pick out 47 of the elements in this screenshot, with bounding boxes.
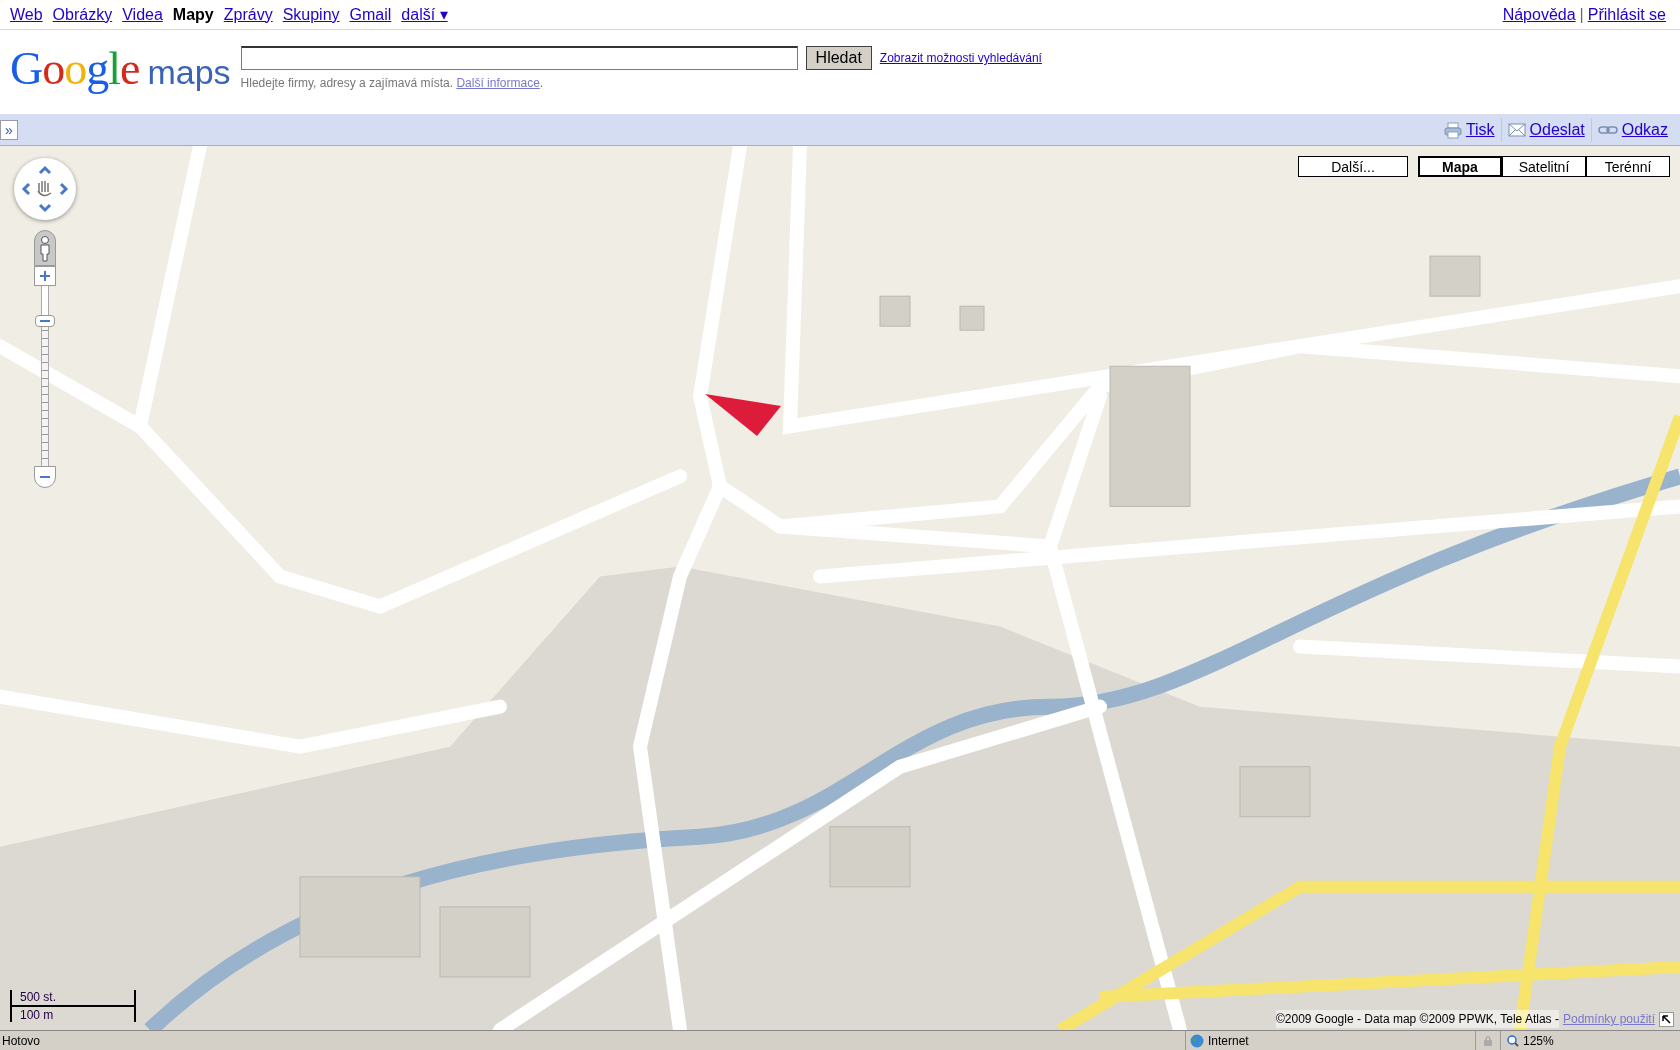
map-type-tab[interactable]: Terénní bbox=[1586, 156, 1670, 177]
nav-link[interactable]: Zprávy bbox=[223, 2, 273, 27]
nav-link[interactable]: Web bbox=[10, 2, 43, 27]
toolbar-link[interactable]: Tisk bbox=[1465, 117, 1495, 142]
zoom-percentage[interactable]: 125% bbox=[1523, 1031, 1554, 1050]
help-link[interactable]: Nápověda bbox=[1502, 2, 1576, 27]
zoom-out-button[interactable] bbox=[34, 466, 56, 488]
more-info-link[interactable]: Další informace bbox=[456, 76, 540, 90]
scale-imperial-label: 500 st. bbox=[20, 989, 57, 1006]
zoom-slider-thumb[interactable] bbox=[35, 314, 55, 327]
map-type-tab[interactable]: Satelitní bbox=[1502, 156, 1586, 177]
nav-link[interactable]: Gmail bbox=[349, 2, 392, 27]
envelope-icon bbox=[1507, 122, 1526, 137]
map-type-tab[interactable]: Mapa bbox=[1418, 156, 1502, 177]
toolbar-link[interactable]: Odeslat bbox=[1529, 117, 1585, 142]
scale-metric-label: 100 m bbox=[20, 1007, 54, 1024]
minus-icon bbox=[40, 476, 50, 478]
toolbar-link[interactable]: Odkaz bbox=[1621, 117, 1668, 142]
sign-in-link[interactable]: Přihlásit se bbox=[1587, 2, 1666, 27]
separator: | bbox=[1579, 4, 1584, 25]
search-hint: Hledejte firmy, adresy a zajímavá místa. Další informace. bbox=[240, 75, 545, 92]
security-zone-text: Internet bbox=[1208, 1032, 1249, 1050]
status-text: Hotovo bbox=[1, 1032, 42, 1050]
nav-link[interactable]: Videa bbox=[122, 2, 163, 27]
chain-link-icon bbox=[1597, 123, 1618, 136]
more-layers-button[interactable]: Další... bbox=[1298, 156, 1408, 177]
search-options-link[interactable]: Zobrazit možnosti vyhledávání bbox=[879, 49, 1042, 67]
search-field[interactable] bbox=[240, 46, 798, 70]
printer-icon bbox=[1443, 120, 1462, 139]
pan-arrows-icon bbox=[21, 165, 69, 213]
diagonal-arrow-icon bbox=[1662, 1014, 1671, 1024]
google-maps-logo: Google maps bbox=[10, 46, 231, 92]
plus-icon bbox=[40, 271, 50, 281]
location-marker-icon bbox=[705, 394, 781, 436]
map-area[interactable]: Další... Mapa Satelitní Terénní 500 st. 100 m ©2009 Google - Data map ©2009 PPWK, Tele Atlas - Podmínky použití bbox=[0, 146, 1680, 1030]
nav-link[interactable]: Skupiny bbox=[282, 2, 340, 27]
lock-icon bbox=[1482, 1034, 1494, 1047]
nav-link[interactable]: Obrázky bbox=[52, 2, 113, 27]
street-view-pegman-icon[interactable] bbox=[34, 230, 56, 266]
search-button[interactable]: Hledat bbox=[805, 46, 872, 70]
globe-icon bbox=[1190, 1033, 1204, 1048]
zoom-in-button[interactable] bbox=[34, 266, 56, 286]
zoom-magnifier-icon bbox=[1507, 1034, 1519, 1047]
panel-toggle-button[interactable]: » bbox=[0, 119, 18, 140]
copyright-text: ©2009 Google - Data map ©2009 PPWK, Tele Atlas - bbox=[1276, 1010, 1559, 1028]
nav-tab[interactable]: Mapy bbox=[172, 2, 214, 27]
nav-link[interactable]: další ▾ bbox=[401, 2, 448, 27]
